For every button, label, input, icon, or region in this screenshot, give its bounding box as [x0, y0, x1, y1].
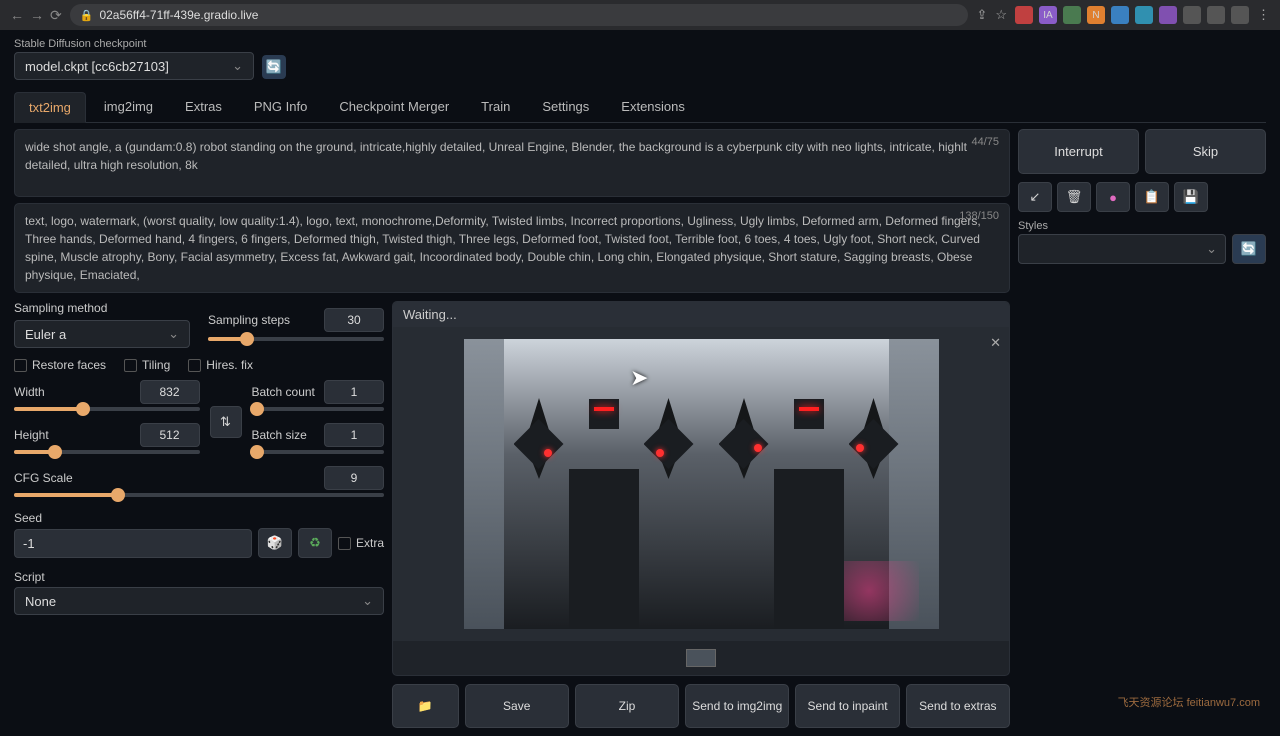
extension-icon[interactable] — [1135, 6, 1153, 24]
open-folder-button[interactable]: 📁 — [392, 684, 459, 728]
url-bar[interactable]: 🔒 02a56ff4-71ff-439e.gradio.live — [70, 4, 969, 26]
batch-count-slider[interactable] — [252, 407, 385, 411]
extra-seed-checkbox[interactable]: Extra — [338, 536, 384, 550]
tab-bar: txt2imgimg2imgExtrasPNG InfoCheckpoint M… — [14, 92, 1266, 123]
send-to-img2img-button[interactable]: Send to img2img — [685, 684, 789, 728]
thumbnail-strip — [393, 641, 1009, 675]
random-seed-button[interactable]: 🎲 — [258, 528, 292, 558]
preview-image-area: ✕ — [393, 327, 1009, 641]
sampling-method-select[interactable]: Euler a ⌄ — [14, 320, 190, 348]
extension-icon[interactable] — [1015, 6, 1033, 24]
send-to-extras-button[interactable]: Send to extras — [906, 684, 1010, 728]
save-button[interactable]: Save — [465, 684, 569, 728]
styles-label: Styles — [1018, 220, 1226, 232]
extension-icon[interactable] — [1111, 6, 1129, 24]
tab-pnginfo[interactable]: PNG Info — [240, 92, 321, 122]
restore-faces-checkbox[interactable]: Restore faces — [14, 358, 106, 372]
share-icon[interactable]: ⇪ — [976, 7, 987, 23]
batch-count-value[interactable]: 1 — [324, 380, 384, 404]
refresh-checkpoints-button[interactable]: 🔄 — [262, 55, 286, 79]
tiling-checkbox[interactable]: Tiling — [124, 358, 170, 372]
close-preview-icon[interactable]: ✕ — [990, 335, 1001, 351]
tab-extensions[interactable]: Extensions — [607, 92, 699, 122]
url-text: 02a56ff4-71ff-439e.gradio.live — [99, 8, 258, 22]
extension-icon[interactable]: IA — [1039, 6, 1057, 24]
batch-count-label: Batch count — [252, 385, 315, 399]
chevron-down-icon: ⌄ — [362, 593, 373, 609]
extension-icon[interactable] — [1159, 6, 1177, 24]
watermark: 飞天资源论坛 feitianwu7.com — [1118, 694, 1260, 710]
forward-icon[interactable]: → — [30, 7, 44, 24]
sampling-method-label: Sampling method — [14, 301, 190, 315]
width-slider[interactable] — [14, 407, 200, 411]
tab-extras[interactable]: Extras — [171, 92, 236, 122]
batch-size-label: Batch size — [252, 428, 307, 442]
height-value[interactable]: 512 — [140, 423, 200, 447]
star-icon[interactable]: ☆ — [995, 7, 1007, 23]
negative-prompt-textarea[interactable]: 138/150 text, logo, watermark, (worst qu… — [14, 203, 1010, 293]
script-label: Script — [14, 570, 384, 584]
prompt-token-count: 44/75 — [971, 134, 999, 151]
chevron-down-icon: ⌄ — [232, 58, 243, 74]
width-label: Width — [14, 385, 45, 399]
tab-img2img[interactable]: img2img — [90, 92, 167, 122]
extension-icon[interactable] — [1207, 6, 1225, 24]
styles-icon[interactable]: ● — [1096, 182, 1130, 212]
batch-size-slider[interactable] — [252, 450, 385, 454]
paintbrush-icon[interactable]: ↙ — [1018, 182, 1052, 212]
tab-checkpointmerger[interactable]: Checkpoint Merger — [325, 92, 463, 122]
sampling-steps-label: Sampling steps — [208, 313, 290, 327]
extension-icon[interactable] — [1231, 6, 1249, 24]
thumbnail[interactable] — [686, 649, 716, 667]
menu-icon[interactable]: ⋮ — [1257, 7, 1270, 23]
reload-icon[interactable]: ⟳ — [50, 7, 62, 24]
checkpoint-label: Stable Diffusion checkpoint — [14, 38, 254, 50]
sampling-steps-value[interactable]: 30 — [324, 308, 384, 332]
batch-size-value[interactable]: 1 — [324, 423, 384, 447]
chevron-down-icon: ⌄ — [168, 326, 179, 342]
preview-status: Waiting... — [393, 302, 1009, 327]
cfg-scale-label: CFG Scale — [14, 471, 73, 485]
browser-bar: ← → ⟳ 🔒 02a56ff4-71ff-439e.gradio.live ⇪… — [0, 0, 1280, 30]
script-select[interactable]: None ⌄ — [14, 587, 384, 615]
extension-icon[interactable]: N — [1087, 6, 1105, 24]
styles-select[interactable]: ⌄ — [1018, 234, 1226, 264]
skip-button[interactable]: Skip — [1145, 129, 1266, 174]
seed-input[interactable]: -1 — [14, 529, 252, 558]
cfg-scale-value[interactable]: 9 — [324, 466, 384, 490]
neg-token-count: 138/150 — [959, 208, 999, 225]
sampling-steps-slider[interactable] — [208, 337, 384, 341]
tab-train[interactable]: Train — [467, 92, 524, 122]
swap-dimensions-button[interactable]: ⇅ — [210, 406, 242, 438]
prompt-textarea[interactable]: 44/75 wide shot angle, a (gundam:0.8) ro… — [14, 129, 1010, 197]
height-label: Height — [14, 428, 49, 442]
chevron-down-icon: ⌄ — [1206, 241, 1217, 257]
cfg-scale-slider[interactable] — [14, 493, 384, 497]
save-style-icon[interactable]: 💾 — [1174, 182, 1208, 212]
clear-prompt-icon[interactable]: 🗑 — [1057, 182, 1091, 212]
send-to-inpaint-button[interactable]: Send to inpaint — [795, 684, 899, 728]
reuse-seed-button[interactable]: ♻ — [298, 528, 332, 558]
interrupt-button[interactable]: Interrupt — [1018, 129, 1139, 174]
width-value[interactable]: 832 — [140, 380, 200, 404]
tab-settings[interactable]: Settings — [528, 92, 603, 122]
extension-icon[interactable] — [1063, 6, 1081, 24]
hires-fix-checkbox[interactable]: Hires. fix — [188, 358, 253, 372]
apply-style-button[interactable]: 🔄 — [1232, 234, 1266, 264]
clipboard-icon[interactable]: 📋 — [1135, 182, 1169, 212]
zip-button[interactable]: Zip — [575, 684, 679, 728]
checkpoint-select[interactable]: model.ckpt [cc6cb27103] ⌄ — [14, 52, 254, 80]
generated-image[interactable] — [464, 339, 939, 629]
back-icon[interactable]: ← — [10, 7, 24, 24]
seed-label: Seed — [14, 511, 384, 525]
height-slider[interactable] — [14, 450, 200, 454]
lock-icon: 🔒 — [80, 9, 94, 22]
extension-icon[interactable] — [1183, 6, 1201, 24]
extension-icons: IA N — [1015, 6, 1249, 24]
tab-txt2img[interactable]: txt2img — [14, 92, 86, 123]
